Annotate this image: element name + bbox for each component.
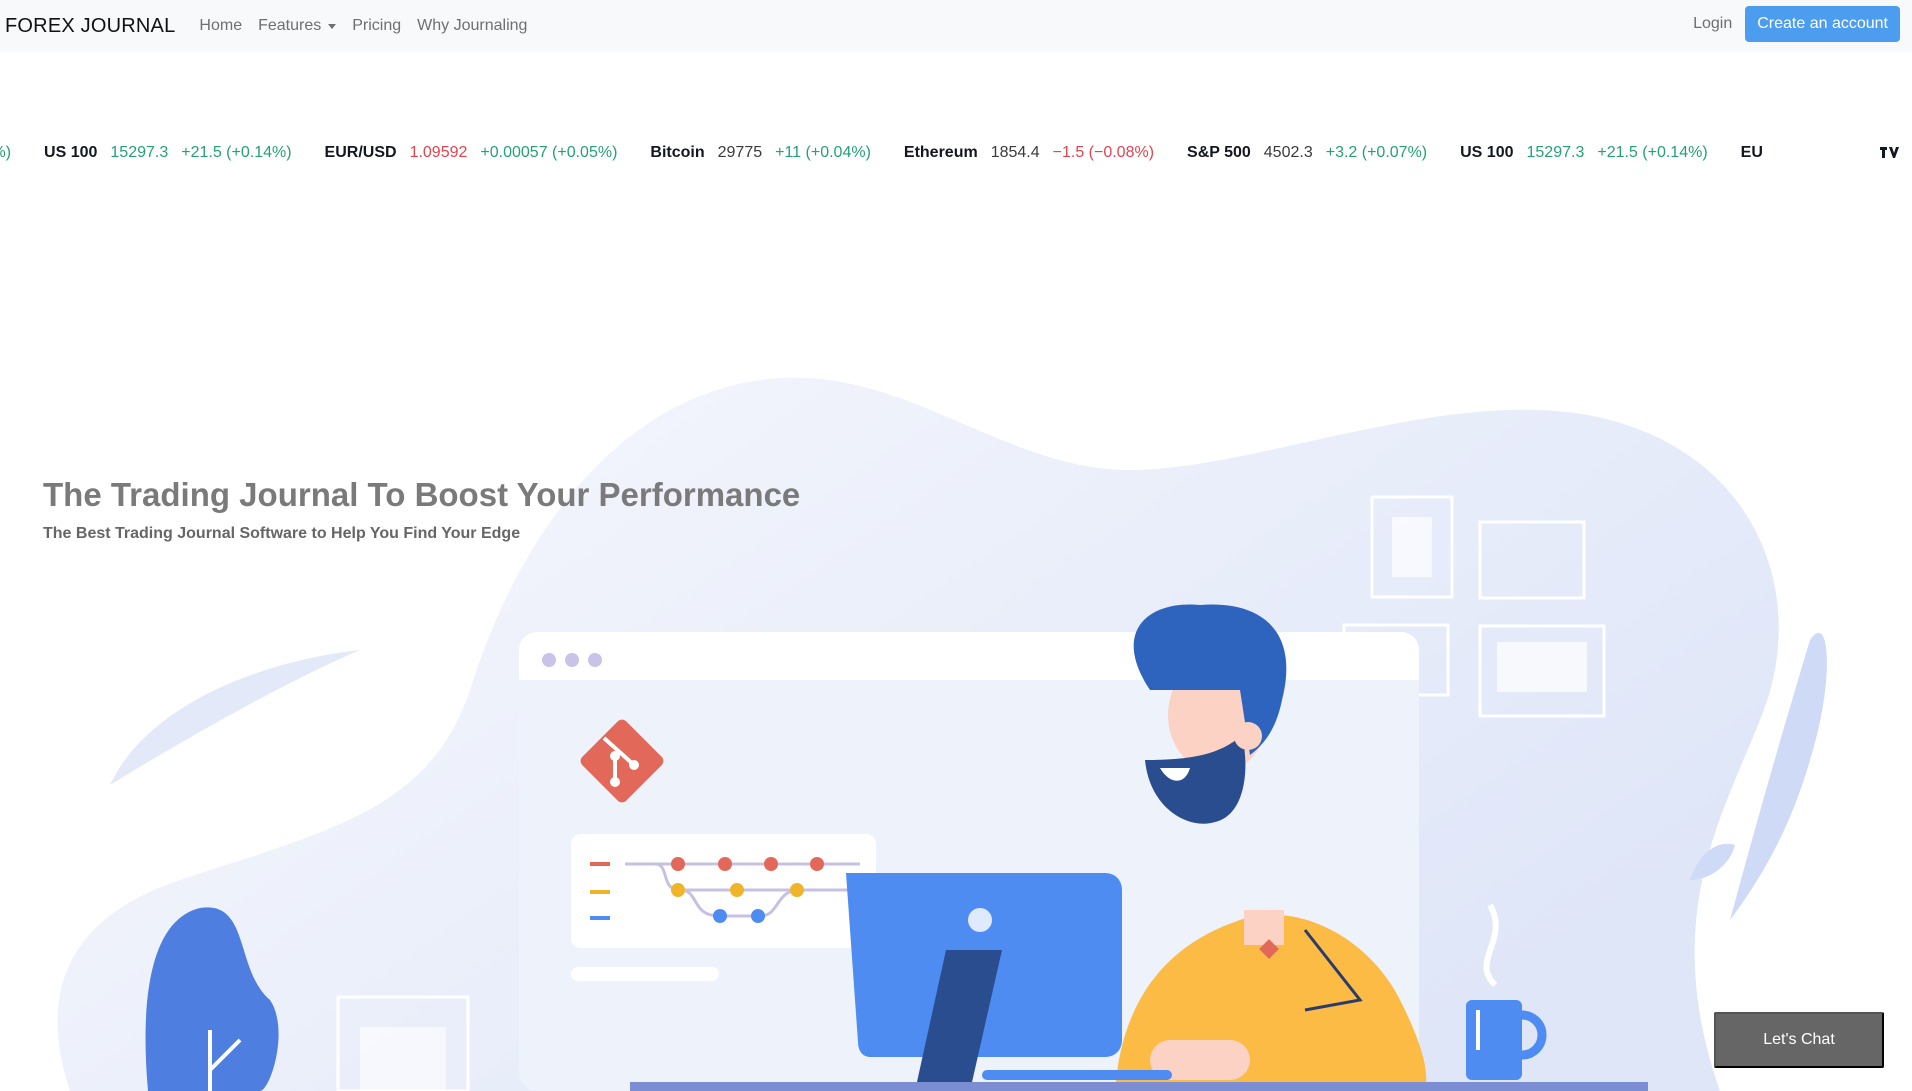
nav-features-label: Features [258,17,322,34]
nav-features[interactable]: Features [258,17,337,35]
ticker-change: +11 (+0.04%) [775,144,871,161]
lets-chat-button[interactable]: Let's Chat [1714,1012,1884,1068]
ticker-symbol: EUR/USD [324,144,397,161]
ticker-price: 15297.3 [1526,144,1585,161]
ticker-change: +0.00057 (+0.05%) [480,144,618,161]
main-nav: Home Features Pricing Why Journaling [199,17,543,35]
ticker-item[interactable]: Ethereum 1854.4 −1.5 (−0.08%) [904,144,1154,162]
ticker-symbol: US 100 [44,144,98,161]
ticker-symbol: EU [1740,144,1763,161]
nav-home[interactable]: Home [199,17,242,35]
ticker-item[interactable]: EUR/USD 1.09592 +0.00057 (+0.05%) [325,144,618,162]
create-account-button[interactable]: Create an account [1745,6,1900,42]
ticker-price: 15297.3 [110,144,169,161]
ticker-price: 1.09592 [409,144,468,161]
ticker-change: +3.2 (+0.07%) [1325,144,1428,161]
login-link[interactable]: Login [1693,15,1732,33]
top-navbar: FOREX JOURNAL Home Features Pricing Why … [0,0,1912,52]
nav-actions: Login Create an account [1693,6,1900,42]
ticker-item[interactable]: US 100 15297.3 +21.5 (+0.14%) [1460,144,1708,162]
brand-logo[interactable]: FOREX JOURNAL [5,15,175,38]
ticker-item[interactable]: Bitcoin 29775 +11 (+0.04%) [650,144,870,162]
ticker-symbol: Ethereum [903,144,978,161]
ticker-symbol: US 100 [1460,144,1514,161]
chevron-down-icon [328,23,337,29]
ticker-symbol: Bitcoin [650,144,705,161]
ticker-change: +21.5 (+0.14%) [181,144,292,161]
ticker-change: -0.07%) [0,144,12,161]
ticker-item[interactable]: -0.07%) [0,144,11,162]
ticker-item[interactable]: S&P 500 4502.3 +3.2 (+0.07%) [1187,144,1427,162]
ticker-symbol: S&P 500 [1187,144,1251,161]
nav-pricing[interactable]: Pricing [352,17,401,35]
tradingview-icon[interactable] [1878,144,1900,162]
ticker-track: -0.07%) US 100 15297.3 +21.5 (+0.14%) EUR/US… [0,144,1809,162]
hero-title: The Trading Journal To Boost Your Perfor… [43,476,801,513]
ticker-item[interactable]: US 100 15297.3 +21.5 (+0.14%) [44,144,292,162]
ticker-item[interactable]: EU [1741,144,1776,162]
market-ticker: -0.07%) US 100 15297.3 +21.5 (+0.14%) EUR/US… [0,136,1912,172]
ticker-price: 4502.3 [1263,144,1313,161]
ticker-price: 1854.4 [990,144,1040,161]
ticker-price: 29775 [717,144,763,161]
hero-subtitle: The Best Trading Journal Software to Hel… [43,525,521,542]
hero-illustration [57,377,1827,1091]
ticker-change: +21.5 (+0.14%) [1597,144,1708,161]
nav-why-journaling[interactable]: Why Journaling [417,17,527,35]
ticker-change: −1.5 (−0.08%) [1052,144,1155,161]
